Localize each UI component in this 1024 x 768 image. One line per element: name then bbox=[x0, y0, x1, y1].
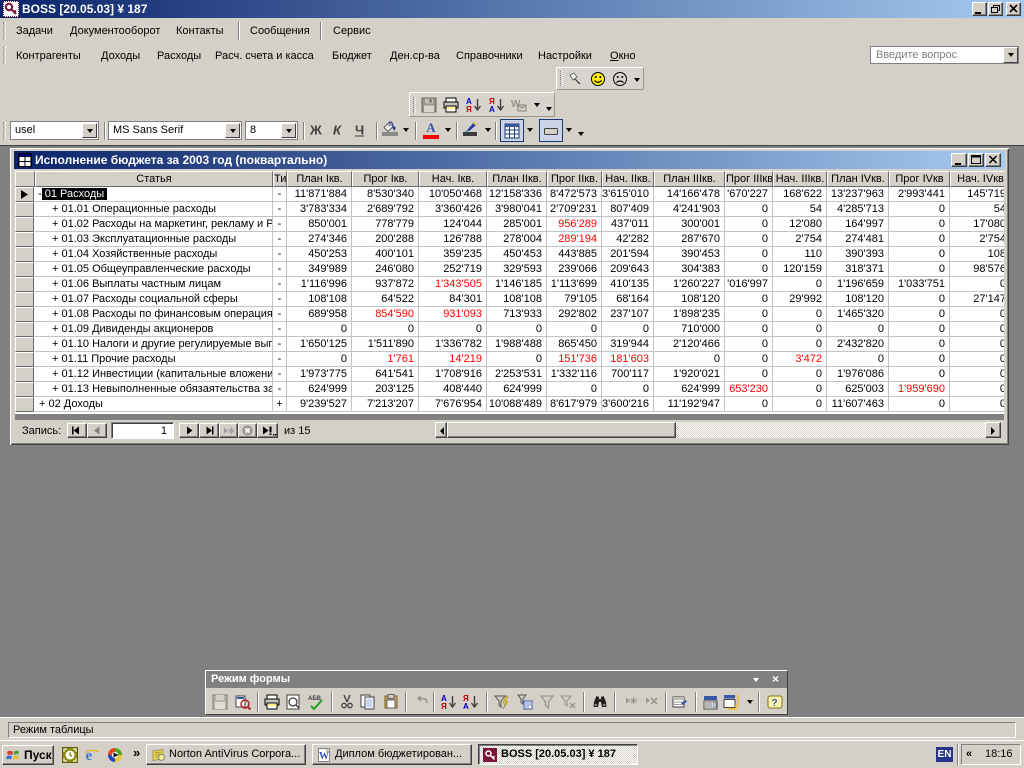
svg-text:АБВ: АБВ bbox=[308, 696, 322, 702]
svg-text:А: А bbox=[489, 105, 495, 113]
svg-text:?: ? bbox=[772, 698, 778, 709]
svg-text:А: А bbox=[463, 702, 469, 710]
svg-text:Я: Я bbox=[466, 105, 472, 113]
svg-text:W: W bbox=[319, 751, 329, 762]
svg-text:Я: Я bbox=[441, 702, 447, 710]
